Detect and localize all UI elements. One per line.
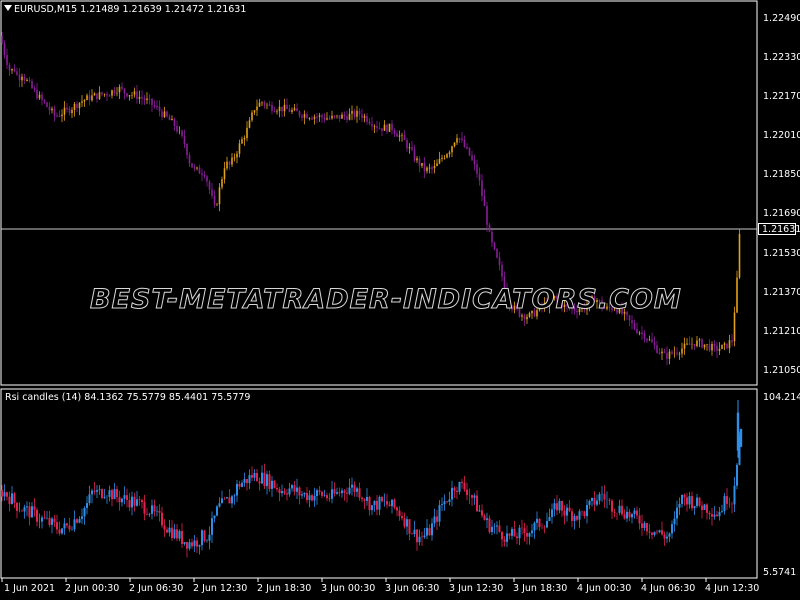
time-label: 3 Jun 06:30 bbox=[385, 583, 440, 594]
price-label: 1.22170 bbox=[763, 91, 800, 102]
time-label: 4 Jun 12:30 bbox=[705, 583, 760, 594]
main-pane-frame bbox=[0, 0, 758, 386]
time-label: 4 Jun 00:30 bbox=[577, 583, 632, 594]
time-label: 3 Jun 18:30 bbox=[513, 583, 568, 594]
rsi-candles bbox=[1, 399, 743, 558]
time-label: 2 Jun 00:30 bbox=[65, 583, 120, 594]
price-label: 1.21690 bbox=[763, 208, 800, 219]
collapse-triangle-icon[interactable] bbox=[4, 5, 12, 11]
price-label: 1.21210 bbox=[763, 326, 800, 337]
time-label: 3 Jun 12:30 bbox=[449, 583, 504, 594]
current-price-tag: 1.21631 bbox=[758, 223, 800, 235]
price-label: 1.21850 bbox=[763, 169, 800, 180]
price-label: 1.21050 bbox=[763, 365, 800, 376]
axis-ticks bbox=[1, 578, 707, 582]
rsi-scale-max: 104.2149 bbox=[763, 392, 800, 403]
time-label: 4 Jun 06:30 bbox=[641, 583, 696, 594]
watermark-text: BEST-METATRADER-INDICATORS.COM bbox=[90, 284, 682, 316]
price-label: 1.22490 bbox=[763, 13, 800, 24]
main-pane-title: EURUSD,M15 1.21489 1.21639 1.21472 1.216… bbox=[14, 4, 247, 15]
time-label: 2 Jun 06:30 bbox=[129, 583, 184, 594]
rsi-pane-title: Rsi candles (14) 84.1362 75.5779 85.4401… bbox=[5, 392, 251, 403]
price-label: 1.22010 bbox=[763, 130, 800, 141]
rsi-scale-min: 5.5741 bbox=[763, 567, 797, 578]
price-label: 1.21370 bbox=[763, 287, 800, 298]
price-label: 1.21530 bbox=[763, 248, 800, 259]
time-label: 2 Jun 12:30 bbox=[193, 583, 248, 594]
price-label: 1.22330 bbox=[763, 52, 800, 63]
time-label: 1 Jun 2021 bbox=[4, 583, 56, 594]
time-label: 2 Jun 18:30 bbox=[257, 583, 312, 594]
time-label: 3 Jun 00:30 bbox=[321, 583, 376, 594]
